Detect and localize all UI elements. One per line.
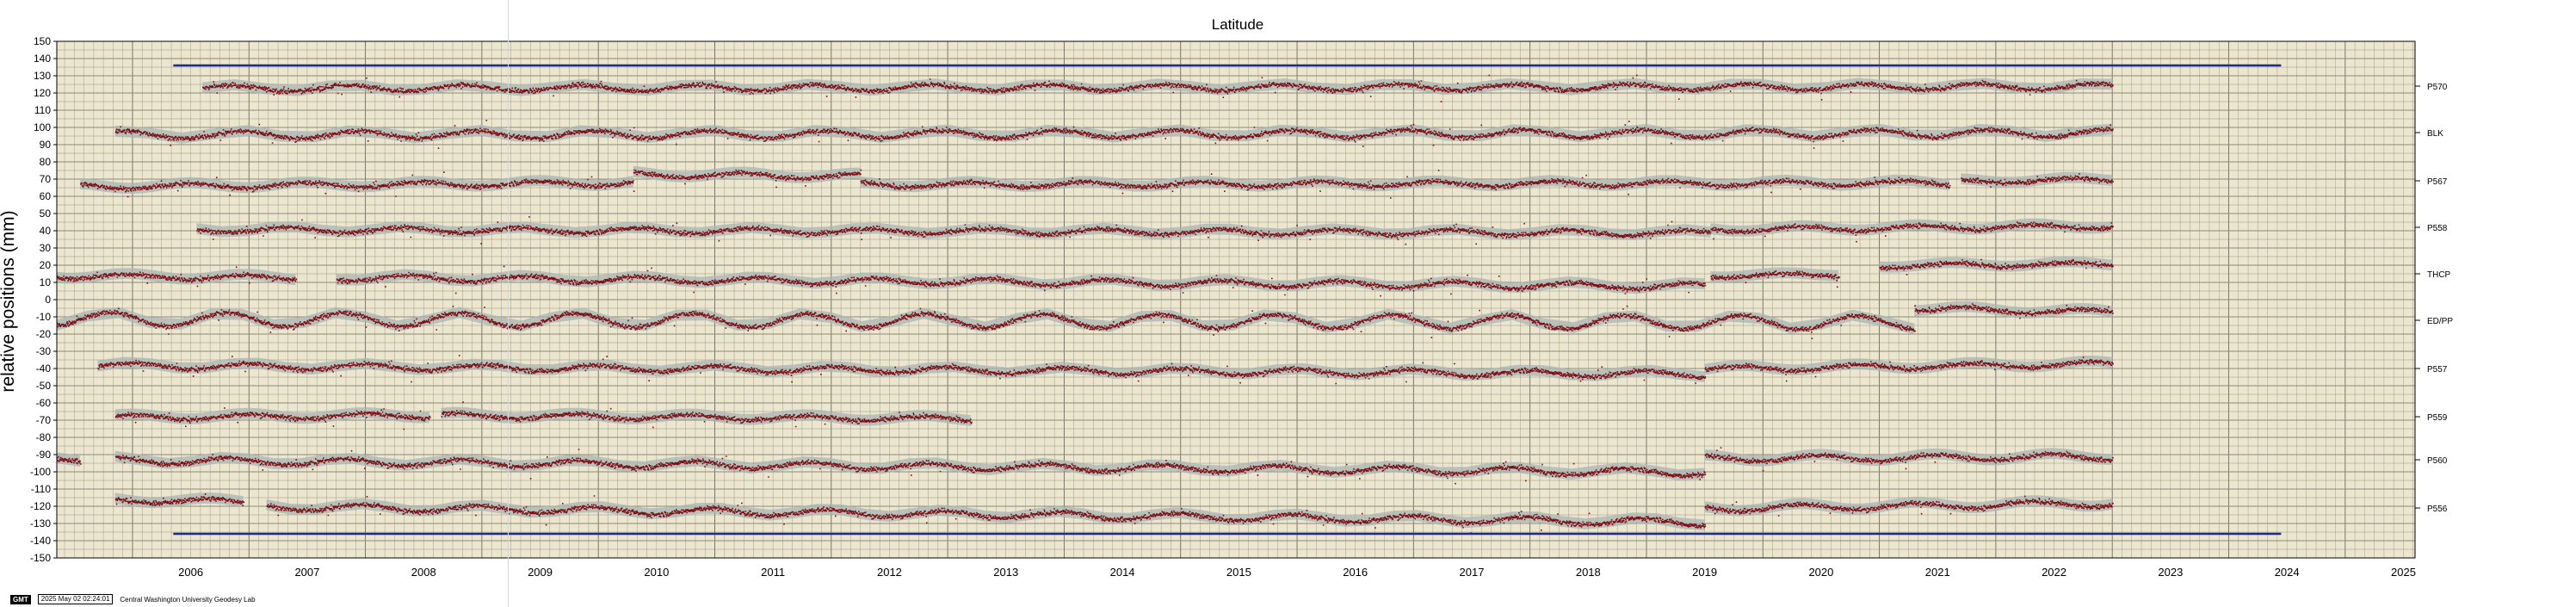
chart-title: Latitude [1212,16,1264,33]
lab-name: Central Washington University Geodesy La… [120,595,256,604]
station-label: P559 [2427,413,2448,423]
grid-lines [57,40,2415,559]
y-tick-label: -70 [36,414,52,426]
latitude-timeseries-chart: Latitude relative positions (mm) 150 140 1… [0,16,2453,579]
station-labels: P570 BLK P567 P558 THCP ED/PP P557 P559 P560 P556 [2415,83,2453,514]
x-tick-label: 2025 [2391,566,2416,579]
station-label: P558 [2427,224,2448,233]
station-label: BLK [2427,129,2443,139]
x-tick-label: 2010 [644,566,669,579]
y-tick-label: 110 [34,104,51,116]
y-tick-label: -10 [36,311,52,323]
y-tick-label: -130 [30,517,51,530]
station-label: P556 [2427,505,2448,514]
window-divider [508,0,509,607]
y-tick-label: 90 [40,139,52,151]
station-label: THCP [2427,270,2451,280]
y-tick-label: 40 [40,225,52,237]
gmt-badge: GMT [10,594,31,604]
x-tick-label: 2016 [1343,566,1368,579]
x-tick-label: 2022 [2042,566,2066,579]
y-axis-label: relative positions (mm) [0,210,18,392]
y-tick-label: 60 [40,190,52,202]
y-tick-labels: 1501401301201101009080706050403020100-10… [30,35,57,564]
y-tick-label: -100 [30,466,51,478]
y-tick-label: 150 [34,35,51,47]
y-tick-label: 20 [40,259,52,271]
y-tick-label: -90 [36,449,52,461]
x-tick-label: 2009 [528,566,553,579]
y-tick-label: 120 [34,87,51,99]
y-tick-label: 50 [40,207,52,220]
y-tick-label: -60 [36,397,52,409]
y-tick-label: 130 [34,70,51,82]
x-tick-label: 2018 [1576,566,1601,579]
x-tick-label: 2012 [877,566,902,579]
y-tick-label: -150 [30,552,51,564]
x-tick-label: 2021 [1925,566,1950,579]
y-tick-label: 80 [40,156,52,168]
x-tick-label: 2011 [761,566,785,579]
y-tick-label: 10 [40,276,52,288]
x-tick-label: 2008 [411,566,436,579]
x-tick-label: 2017 [1460,566,1485,579]
x-tick-label: 2007 [294,566,319,579]
y-tick-label: 100 [34,121,51,133]
y-tick-label: -110 [31,483,51,495]
x-tick-label: 2014 [1110,566,1135,579]
station-label: P557 [2427,365,2448,375]
footer: GMT 2025 May 02 02:24:01 Central Washing… [10,594,256,604]
x-tick-labels: 2006 2007 2008 2009 2010 2011 2012 2013 2014 2015… [178,566,2416,579]
y-tick-label: -140 [30,535,51,547]
y-tick-label: 0 [45,294,51,306]
plot-area: 1501401301201101009080706050403020100-10… [30,35,2453,579]
x-tick-label: 2019 [1692,566,1717,579]
y-tick-label: -40 [36,362,52,375]
y-tick-label: -80 [36,431,52,443]
station-label: P560 [2427,456,2448,466]
station-label: P567 [2427,177,2448,187]
y-tick-label: -50 [36,380,52,392]
y-tick-label: 140 [34,53,51,65]
timestamp: 2025 May 02 02:24:01 [37,594,114,604]
x-tick-label: 2013 [993,566,1018,579]
y-tick-label: -20 [36,328,52,340]
x-tick-label: 2015 [1226,566,1251,579]
x-tick-label: 2006 [178,566,203,579]
x-tick-label: 2024 [2275,566,2300,579]
y-tick-label: -30 [36,345,52,357]
x-tick-label: 2020 [1808,566,1833,579]
y-tick-label: 30 [40,242,52,254]
station-label: ED/PP [2427,317,2453,326]
y-tick-label: -120 [30,500,51,512]
x-tick-label: 2023 [2158,566,2183,579]
y-tick-label: 70 [40,173,52,185]
station-label: P570 [2427,83,2448,92]
